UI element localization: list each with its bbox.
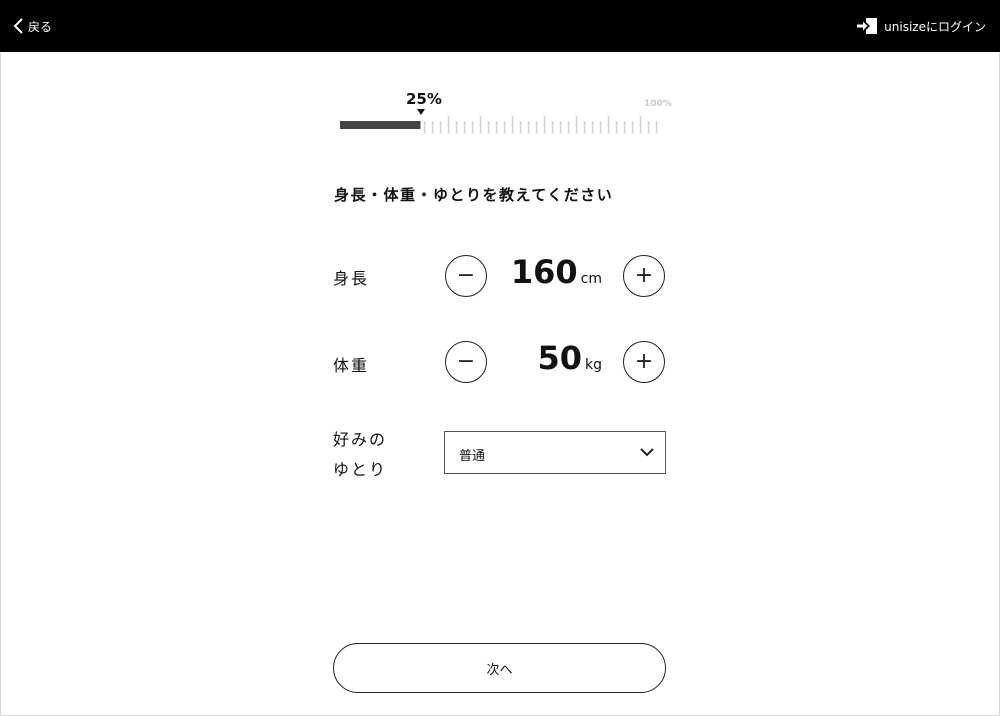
height-increment-button[interactable]: + — [623, 255, 665, 297]
progress-percent-label: 25% — [406, 90, 442, 108]
minus-icon: − — [456, 349, 476, 374]
progress-track — [340, 116, 658, 133]
plus-icon: + — [634, 349, 654, 374]
weight-decrement-button[interactable]: − — [445, 341, 487, 383]
weight-value: 50 kg — [492, 339, 602, 377]
minus-icon: − — [456, 263, 476, 288]
header-bar: 戻る unisizeにログイン — [0, 0, 1000, 52]
chevron-down-icon — [640, 448, 654, 457]
plus-icon: + — [634, 263, 654, 288]
height-unit: cm — [580, 271, 602, 287]
back-button[interactable]: 戻る — [12, 14, 52, 38]
progress-max-label: 100% — [644, 99, 672, 109]
fit-label-line1: 好みの — [333, 430, 388, 449]
height-decrement-button[interactable]: − — [445, 255, 487, 297]
height-label: 身長 — [333, 269, 370, 288]
login-label: unisizeにログイン — [884, 19, 986, 34]
weight-number: 50 — [537, 339, 582, 377]
progress-pointer-icon — [417, 109, 425, 115]
login-icon — [857, 18, 878, 34]
page-title: 身長・体重・ゆとりを教えてください — [334, 186, 614, 204]
fit-select-value: 普通 — [459, 449, 486, 464]
back-label: 戻る — [28, 19, 53, 34]
chevron-left-icon — [13, 18, 23, 34]
progress-fill — [340, 121, 421, 129]
next-label: 次へ — [486, 662, 513, 678]
progress-indicator: 25% 100% — [340, 88, 680, 138]
weight-label: 体重 — [333, 356, 370, 375]
height-number: 160 — [510, 253, 578, 291]
login-button[interactable]: unisizeにログイン — [856, 14, 986, 38]
height-value: 160 cm — [492, 253, 602, 291]
fit-label-line2: ゆとり — [333, 460, 388, 479]
weight-unit: kg — [585, 357, 602, 373]
weight-increment-button[interactable]: + — [623, 341, 665, 383]
next-button[interactable]: 次へ — [333, 643, 666, 693]
fit-select[interactable]: 普通 — [444, 431, 666, 474]
